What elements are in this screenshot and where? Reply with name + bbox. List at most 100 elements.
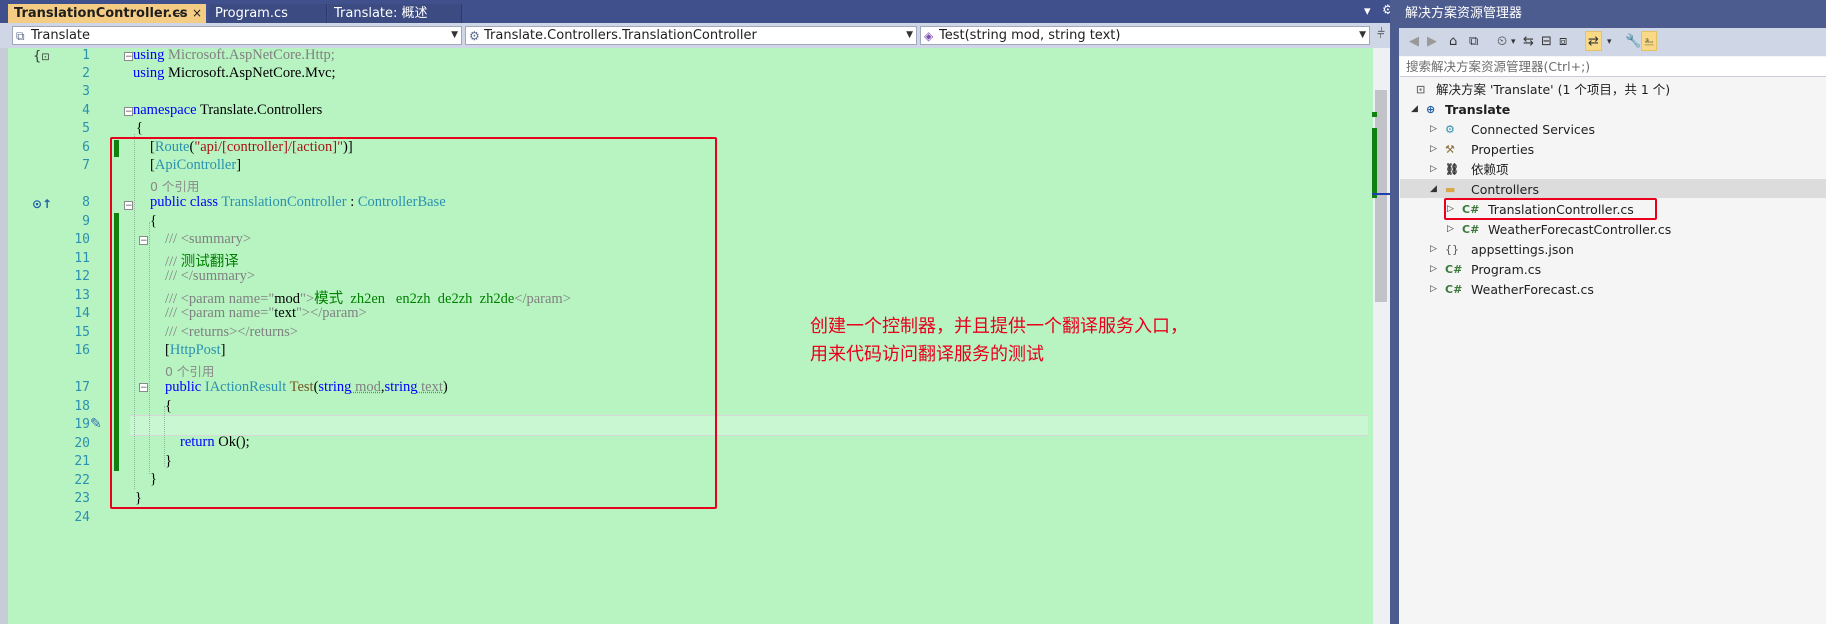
navigation-bar: ⧉ Translate ▼ ⚙ Translate.Controllers.Tr… xyxy=(0,23,1399,48)
collapsed-icon[interactable]: ▷ xyxy=(1430,280,1437,299)
tree-item-dependencies[interactable]: ▷ ⛓ 依赖项 xyxy=(1430,160,1509,179)
csharp-project-icon: ⧉ xyxy=(16,29,25,43)
tab-label: Translate: 概述 xyxy=(334,6,428,21)
tree-label: appsettings.json xyxy=(1471,242,1574,257)
tree-item-weatherforecast-controller[interactable]: ▷ C# WeatherForecastController.cs xyxy=(1447,220,1671,239)
line-number: 13 xyxy=(74,288,90,303)
properties-wrench-icon[interactable]: 🔧 xyxy=(1625,34,1641,49)
tab-program-cs[interactable]: Program.cs xyxy=(209,4,327,23)
tree-item-connected-services[interactable]: ▷ ⚙ Connected Services xyxy=(1430,120,1595,139)
collapsed-icon[interactable]: ▷ xyxy=(1430,140,1437,159)
line-number: 1 xyxy=(82,48,90,63)
collapse-using-icon[interactable]: − xyxy=(124,52,133,62)
code-text: Translate.Controllers xyxy=(196,102,323,118)
collapsed-icon[interactable]: ▷ xyxy=(1430,260,1437,279)
tree-item-program[interactable]: ▷ C# Program.cs xyxy=(1430,260,1541,279)
line-number: 12 xyxy=(74,269,90,284)
project-icon: ⊕ xyxy=(1426,103,1436,116)
solution-explorer-search[interactable]: 搜索解决方案资源管理器(Ctrl+;) xyxy=(1400,57,1826,77)
code-line-2: using Microsoft.AspNetCore.Mvc; xyxy=(133,65,336,82)
class-dropdown[interactable]: ⚙ Translate.Controllers.TranslationContr… xyxy=(465,26,917,45)
member-dropdown[interactable]: ◈ Test(string mod, string text) ▼ xyxy=(920,26,1370,45)
tree-solution[interactable]: ⊡ 解决方案 'Translate' (1 个项目，共 1 个) xyxy=(1416,80,1670,99)
tree-label: 解决方案 'Translate' (1 个项目，共 1 个) xyxy=(1436,82,1671,97)
class-icon: ⚙ xyxy=(469,29,480,43)
sync-icon[interactable]: ⇆ xyxy=(1523,34,1534,49)
tree-project[interactable]: ◢ ⊕ Translate xyxy=(1411,100,1510,119)
collapsed-icon[interactable]: ▷ xyxy=(1430,120,1437,139)
line-number: 24 xyxy=(74,510,90,525)
tree-label: Translate xyxy=(1445,102,1511,117)
pin-icon[interactable]: ⊸ xyxy=(174,4,183,23)
chevron-down-icon[interactable]: ▾ xyxy=(1607,37,1612,47)
line-number: 4 xyxy=(82,103,90,118)
line-number: 11 xyxy=(74,251,90,266)
keyword: using xyxy=(133,47,165,63)
expanded-icon[interactable]: ◢ xyxy=(1430,180,1437,199)
collapsed-icon[interactable]: ▷ xyxy=(1430,160,1437,179)
line-number: 10 xyxy=(74,232,90,247)
line-number: 16 xyxy=(74,343,90,358)
tree-label: WeatherForecastController.cs xyxy=(1488,222,1672,237)
document-tab-bar: TranslationController.cs ⊸ × Program.cs … xyxy=(0,0,1399,23)
chevron-down-icon[interactable]: ▾ xyxy=(1511,37,1516,47)
csharp-file-icon: C# xyxy=(1445,283,1463,296)
tab-translation-controller[interactable]: TranslationController.cs ⊸ × xyxy=(8,4,206,23)
json-file-icon: {} xyxy=(1445,243,1459,256)
solution-explorer-title: 解决方案资源管理器 xyxy=(1399,0,1826,28)
code-line-5: { xyxy=(136,120,143,136)
folder-icon: ▬ xyxy=(1445,183,1456,196)
highlight-box-code xyxy=(110,137,717,509)
expanded-icon[interactable]: ◢ xyxy=(1411,100,1418,119)
line-number: 21 xyxy=(74,454,90,469)
tree-label: Properties xyxy=(1471,142,1535,157)
preview-selected-icon[interactable]: ⇄ xyxy=(1585,31,1602,51)
collapsed-icon[interactable]: ▷ xyxy=(1430,240,1437,259)
editor-left-strip xyxy=(0,48,8,624)
line-number: 19 xyxy=(74,417,90,432)
collapsed-icon[interactable]: ▷ xyxy=(1447,220,1454,239)
tab-translate-overview[interactable]: Translate: 概述 xyxy=(328,4,462,23)
line-number: 17 xyxy=(74,380,90,395)
code-text: Microsoft.AspNetCore.Mvc; xyxy=(164,65,336,81)
collapse-all-icon[interactable]: ⊟ xyxy=(1541,34,1552,49)
class-dropdown-value: Translate.Controllers.TranslationControl… xyxy=(484,28,757,43)
tree-item-weatherforecast[interactable]: ▷ C# WeatherForecast.cs xyxy=(1430,280,1594,299)
preview-icon[interactable]: ⎁ xyxy=(1641,31,1658,51)
tree-item-appsettings[interactable]: ▷ {} appsettings.json xyxy=(1430,240,1574,259)
line-number: 23 xyxy=(74,491,90,506)
forward-icon[interactable]: ▶ xyxy=(1427,34,1437,49)
line-number: 5 xyxy=(82,121,90,136)
tree-label: WeatherForecast.cs xyxy=(1471,282,1594,297)
member-dropdown-value: Test(string mod, string text) xyxy=(939,28,1121,43)
close-tab-icon[interactable]: × xyxy=(192,4,202,23)
code-text: Microsoft.AspNetCore.Http; xyxy=(164,47,335,63)
line-number: 8 xyxy=(82,195,90,210)
chevron-down-icon: ▼ xyxy=(451,30,458,40)
quick-actions-brush-icon[interactable]: ✎ xyxy=(90,416,102,432)
line-number: 15 xyxy=(74,325,90,340)
tab-overflow-icon[interactable]: ▾ xyxy=(1364,4,1371,19)
home-icon[interactable]: ⌂ xyxy=(1449,34,1457,49)
switch-views-icon[interactable]: ⧉ xyxy=(1469,34,1478,49)
tab-label: TranslationController.cs xyxy=(14,6,188,21)
scrollbar-change-mark xyxy=(1372,128,1377,198)
collapse-namespace-icon[interactable]: − xyxy=(124,107,133,117)
line-number: 20 xyxy=(74,436,90,451)
history-icon[interactable]: ⏲ xyxy=(1497,34,1507,49)
project-dropdown[interactable]: ⧉ Translate ▼ xyxy=(12,26,462,45)
tree-label: Connected Services xyxy=(1471,122,1595,137)
tree-item-properties[interactable]: ▷ ⚒ Properties xyxy=(1430,140,1534,159)
csharp-file-icon: C# xyxy=(1462,223,1480,236)
back-icon[interactable]: ◀ xyxy=(1409,34,1419,49)
csharp-file-icon: C# xyxy=(1445,263,1463,276)
code-line-4: namespace Translate.Controllers xyxy=(133,102,322,119)
line-number: 22 xyxy=(74,473,90,488)
split-editor-icon[interactable]: ⫩ xyxy=(1377,26,1385,42)
show-all-files-icon[interactable]: ⧈ xyxy=(1559,34,1567,49)
tree-label: Controllers xyxy=(1471,182,1539,197)
tree-item-controllers[interactable]: ◢ ▬ Controllers xyxy=(1430,180,1539,199)
line-number: 7 xyxy=(82,158,90,173)
scrollbar-caret-mark xyxy=(1372,193,1390,195)
chevron-down-icon: ▼ xyxy=(906,30,913,40)
